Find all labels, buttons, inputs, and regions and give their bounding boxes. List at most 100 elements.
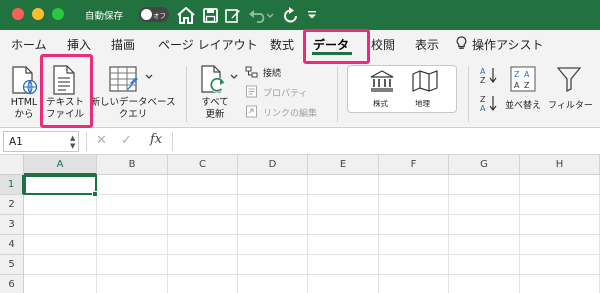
cell[interactable] bbox=[379, 215, 449, 235]
column-header-b[interactable]: B bbox=[97, 155, 168, 175]
cell[interactable] bbox=[449, 255, 520, 275]
cell[interactable] bbox=[24, 255, 97, 275]
bank-icon bbox=[370, 70, 394, 92]
minimize-window-button[interactable] bbox=[32, 8, 44, 20]
cell[interactable] bbox=[308, 195, 379, 215]
cell[interactable] bbox=[308, 215, 379, 235]
redo-icon[interactable] bbox=[281, 4, 301, 26]
cell[interactable] bbox=[238, 175, 308, 195]
cell[interactable] bbox=[97, 235, 168, 255]
cell[interactable] bbox=[168, 215, 238, 235]
cell[interactable] bbox=[520, 175, 600, 195]
sort-label: 並べ替え bbox=[505, 101, 542, 111]
cell[interactable] bbox=[449, 175, 520, 195]
worksheet-grid[interactable]: A B C D E F G H 1 2 3 4 5 6 bbox=[0, 155, 600, 293]
tab-tell-me[interactable]: 操作アシスト bbox=[472, 36, 544, 53]
column-header-e[interactable]: E bbox=[308, 155, 379, 175]
cell[interactable] bbox=[97, 275, 168, 293]
undo-icon[interactable] bbox=[247, 4, 275, 26]
tab-draw[interactable]: 描画 bbox=[111, 36, 135, 53]
cell[interactable] bbox=[168, 235, 238, 255]
cell[interactable] bbox=[97, 175, 168, 195]
cell[interactable] bbox=[379, 195, 449, 215]
name-box[interactable]: A1 ▲ ▼ bbox=[3, 131, 79, 152]
cell[interactable] bbox=[168, 255, 238, 275]
cancel-entry-icon[interactable]: ✕ bbox=[96, 133, 107, 148]
cell[interactable] bbox=[308, 275, 379, 293]
row-header-4[interactable]: 4 bbox=[0, 235, 24, 255]
cell[interactable] bbox=[24, 215, 97, 235]
home-icon[interactable] bbox=[175, 4, 197, 26]
cell[interactable] bbox=[520, 195, 600, 215]
column-header-a[interactable]: A bbox=[24, 155, 97, 175]
lightbulb-icon[interactable] bbox=[456, 36, 467, 53]
close-window-button[interactable] bbox=[12, 8, 24, 20]
connections-icon bbox=[245, 66, 258, 78]
refresh-all-label-line2: 更新 bbox=[205, 109, 225, 120]
tab-review[interactable]: 校閲 bbox=[371, 36, 395, 53]
cell[interactable] bbox=[449, 235, 520, 255]
cell[interactable] bbox=[238, 275, 308, 293]
cell[interactable] bbox=[520, 235, 600, 255]
cell[interactable] bbox=[24, 195, 97, 215]
tab-formulas[interactable]: 数式 bbox=[270, 36, 294, 53]
column-header-d[interactable]: D bbox=[238, 155, 308, 175]
insert-function-button[interactable]: fx bbox=[150, 132, 162, 147]
cell[interactable] bbox=[449, 195, 520, 215]
cell[interactable] bbox=[168, 175, 238, 195]
cell[interactable] bbox=[238, 195, 308, 215]
cell[interactable] bbox=[308, 255, 379, 275]
cell[interactable] bbox=[238, 215, 308, 235]
fill-handle[interactable] bbox=[92, 191, 98, 197]
row-header-6[interactable]: 6 bbox=[0, 275, 24, 293]
column-header-f[interactable]: F bbox=[379, 155, 449, 175]
tab-page-layout[interactable]: ページ レイアウト bbox=[158, 36, 258, 53]
cell[interactable] bbox=[24, 235, 97, 255]
edit-document-icon[interactable] bbox=[223, 4, 243, 26]
column-header-c[interactable]: C bbox=[168, 155, 238, 175]
cell[interactable] bbox=[168, 275, 238, 293]
cell[interactable] bbox=[520, 255, 600, 275]
cell[interactable] bbox=[379, 175, 449, 195]
cell[interactable] bbox=[97, 215, 168, 235]
cell[interactable] bbox=[238, 235, 308, 255]
name-box-stepper-icon[interactable]: ▲ ▼ bbox=[70, 134, 75, 150]
filter-funnel-icon bbox=[557, 67, 581, 92]
cell[interactable] bbox=[168, 195, 238, 215]
row-header-1[interactable]: 1 bbox=[0, 175, 24, 195]
cell[interactable] bbox=[24, 275, 97, 293]
formula-input[interactable] bbox=[176, 131, 596, 152]
row-header-2[interactable]: 2 bbox=[0, 195, 24, 215]
cell[interactable] bbox=[520, 275, 600, 293]
tab-home[interactable]: ホーム bbox=[11, 36, 47, 53]
edit-links-label: リンクの編集 bbox=[263, 109, 318, 119]
cell[interactable] bbox=[449, 215, 520, 235]
select-all-corner[interactable] bbox=[0, 155, 24, 175]
cell[interactable] bbox=[379, 255, 449, 275]
save-icon[interactable] bbox=[200, 4, 220, 26]
row-header-3[interactable]: 3 bbox=[0, 215, 24, 235]
column-header-h[interactable]: H bbox=[520, 155, 600, 175]
autosave-toggle[interactable]: オフ bbox=[139, 7, 169, 22]
cell[interactable] bbox=[449, 275, 520, 293]
html-file-icon bbox=[12, 66, 38, 95]
tab-view[interactable]: 表示 bbox=[415, 36, 439, 53]
cell[interactable] bbox=[308, 175, 379, 195]
zoom-window-button[interactable] bbox=[52, 8, 64, 20]
customize-toolbar-icon[interactable] bbox=[305, 4, 319, 26]
tab-insert[interactable]: 挿入 bbox=[67, 36, 91, 53]
cell[interactable] bbox=[379, 235, 449, 255]
sort-dialog-icon: Z A A Z bbox=[510, 66, 536, 92]
enter-entry-icon[interactable]: ✓ bbox=[121, 133, 132, 148]
cell[interactable] bbox=[308, 235, 379, 255]
cell[interactable] bbox=[379, 275, 449, 293]
column-header-g[interactable]: G bbox=[449, 155, 520, 175]
cell[interactable] bbox=[97, 195, 168, 215]
cell[interactable] bbox=[238, 255, 308, 275]
refresh-all-label-line1: すべて bbox=[201, 97, 229, 108]
row-header-5[interactable]: 5 bbox=[0, 255, 24, 275]
cell[interactable] bbox=[97, 255, 168, 275]
from-html-label-line1: HTML bbox=[10, 97, 38, 108]
active-cell-a1[interactable] bbox=[24, 175, 97, 195]
cell[interactable] bbox=[520, 215, 600, 235]
